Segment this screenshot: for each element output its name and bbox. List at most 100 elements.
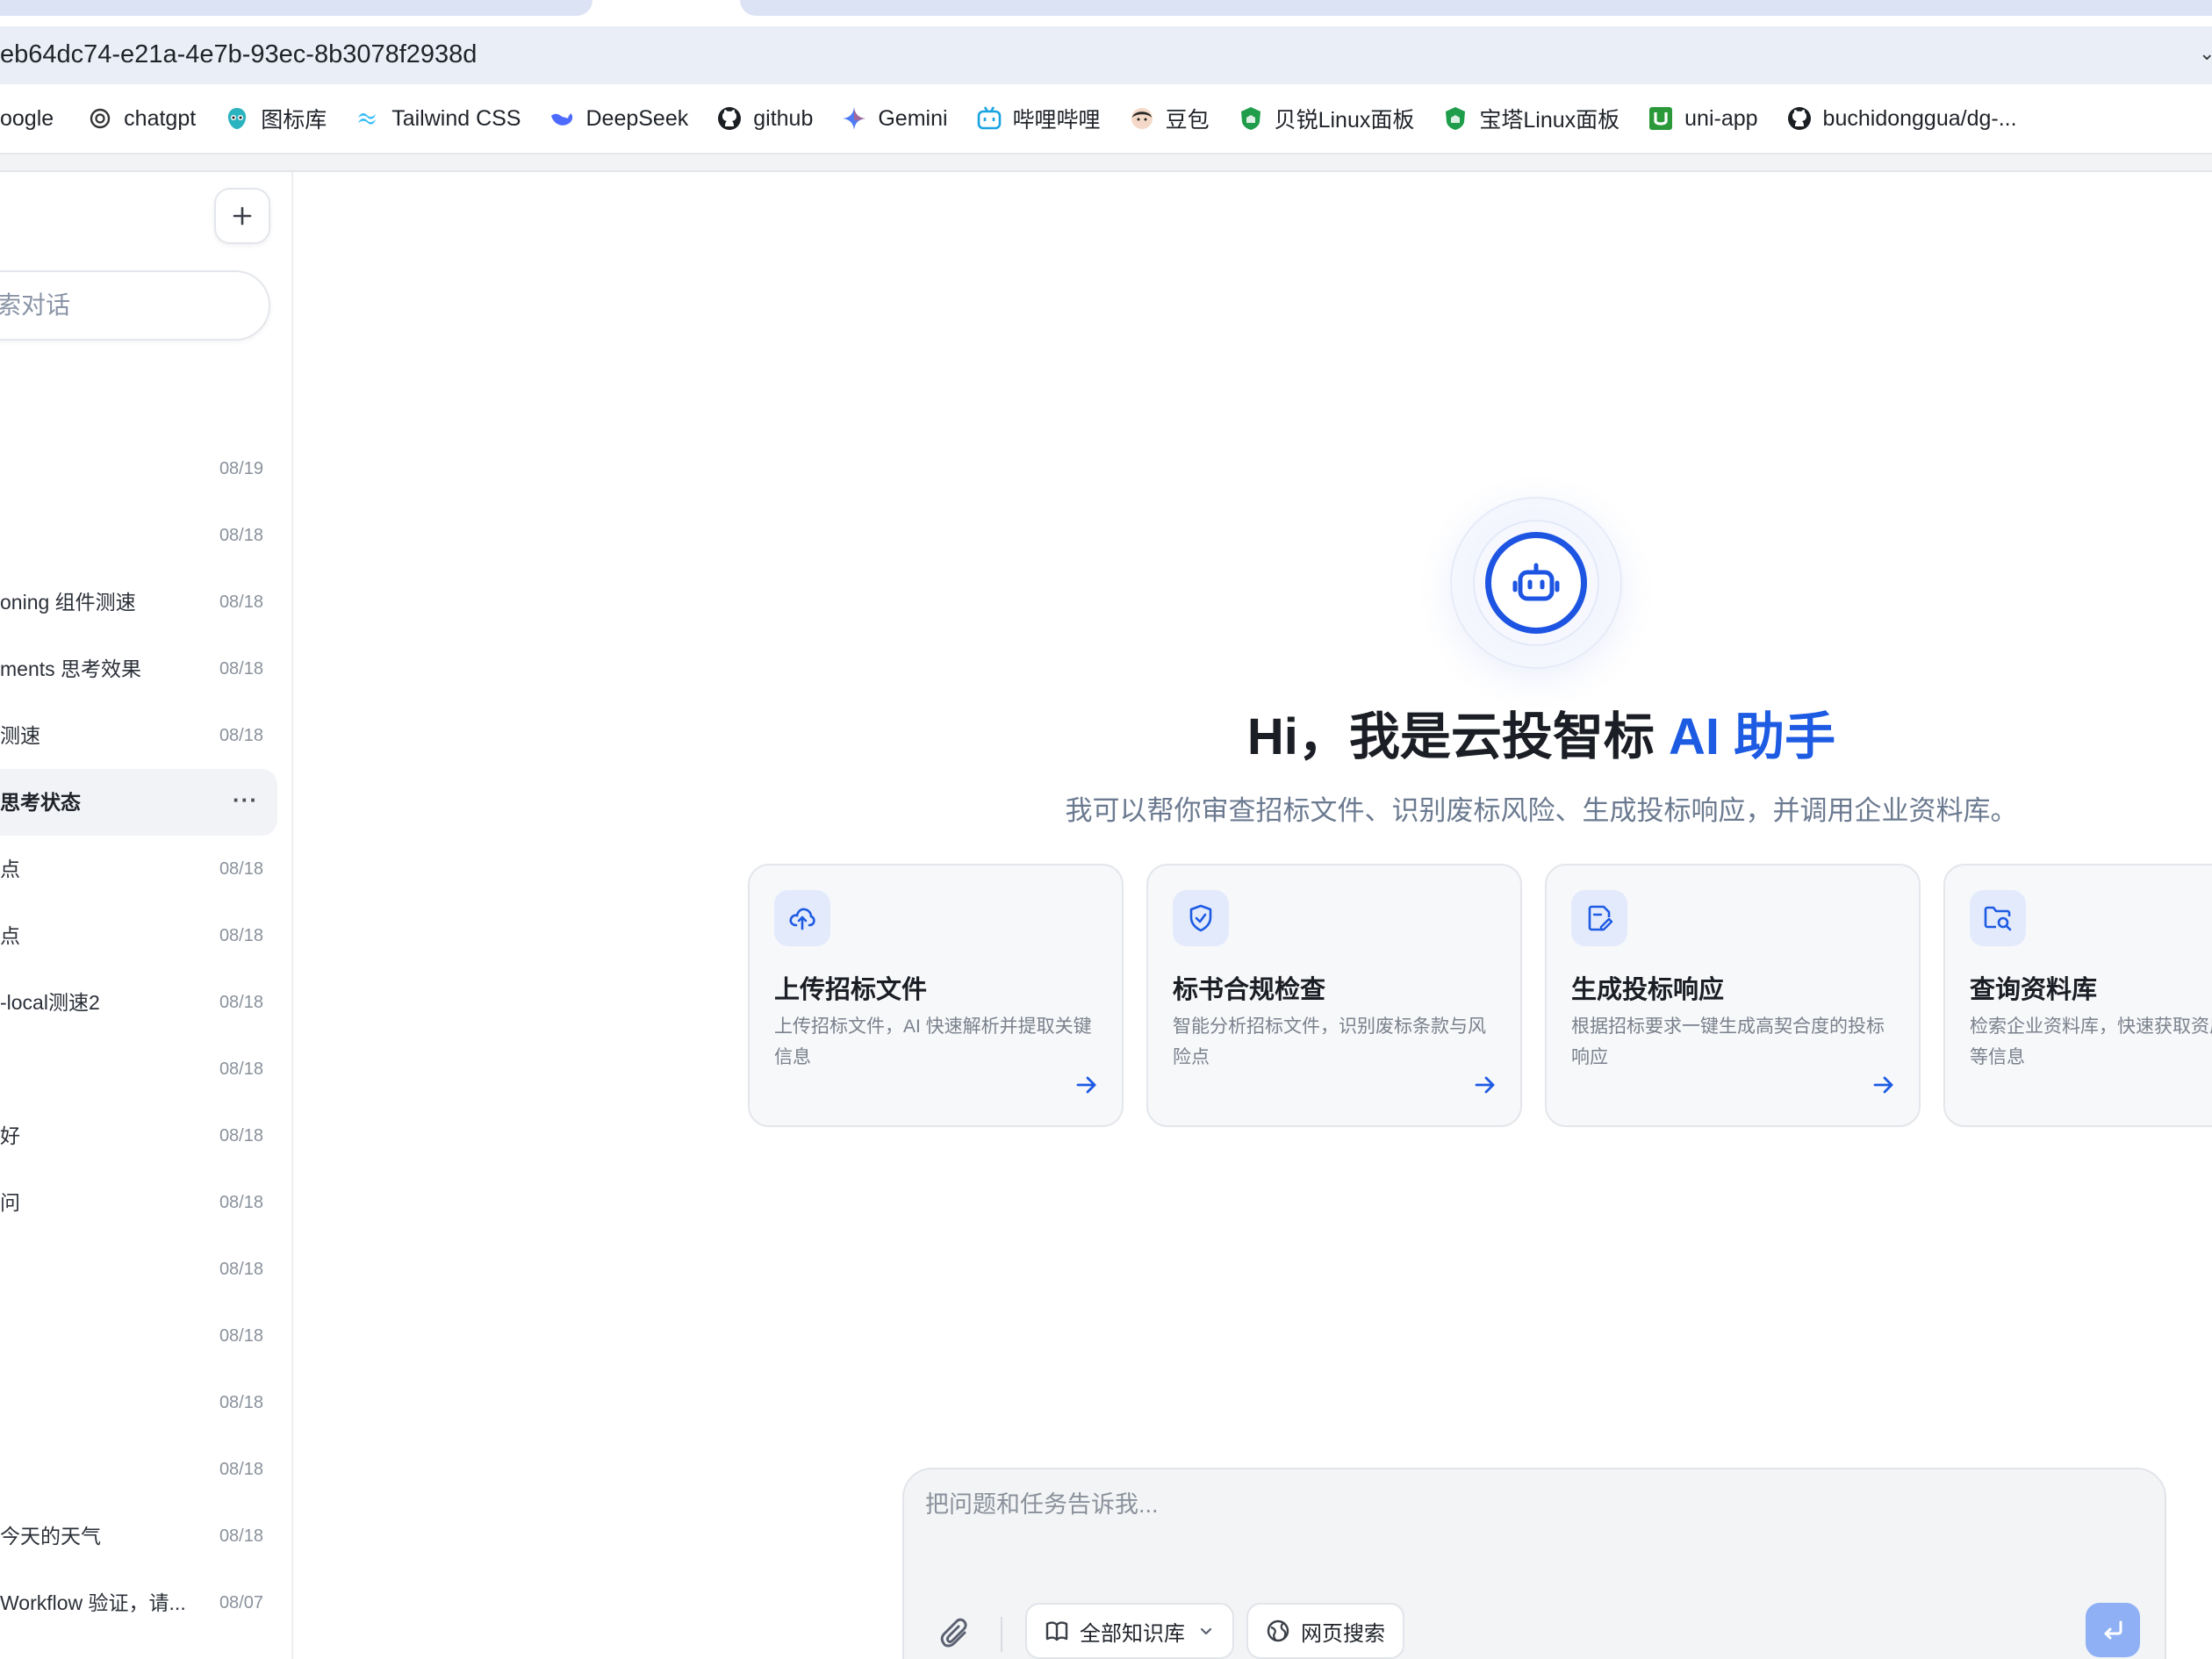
conversation-title: 点 xyxy=(0,858,20,880)
more-options-icon[interactable]: ··· xyxy=(233,769,258,836)
arrow-right-icon xyxy=(1475,1076,1495,1094)
chevron-down-icon xyxy=(1197,1622,1215,1640)
card-title: 标书合规检查 xyxy=(1173,976,1326,1004)
conversation-title: oning 组件测速 xyxy=(0,591,136,614)
paperclip-icon[interactable] xyxy=(937,1615,976,1654)
bookmark-baota-linux[interactable]: 宝塔Linux面板 xyxy=(1442,83,1620,154)
conversation-item[interactable]: -local测速2 08/18 xyxy=(0,969,277,1036)
browser-tab-strip xyxy=(0,0,2212,26)
url-text[interactable]: eb64dc74-e21a-4e7b-93ec-8b3078f2938d xyxy=(0,40,477,69)
card-generate-response[interactable]: 生成投标响应 根据招标要求一键生成高契合度的投标响应 xyxy=(1545,864,1921,1127)
doubao-icon xyxy=(1129,105,1155,132)
cloud-upload-icon xyxy=(774,890,830,946)
bookmark-deepseek[interactable]: DeepSeek xyxy=(549,83,688,154)
conversation-list: 08/19 08/18 oning 组件测速 08/18 ments 思考效果 08/18… xyxy=(0,435,291,1636)
card-compliance-check[interactable]: 标书合规检查 智能分析招标文件，识别废标条款与风险点 xyxy=(1146,864,1522,1127)
conversation-title xyxy=(0,1369,193,1436)
card-title: 生成投标响应 xyxy=(1571,976,1725,1004)
conversation-date: 08/18 xyxy=(219,1326,263,1346)
chevron-down-icon[interactable]: ⌄ xyxy=(2199,42,2212,65)
conversation-title xyxy=(0,1236,193,1303)
conversation-item[interactable]: 今天的天气 08/18 xyxy=(0,1503,277,1569)
conversation-item[interactable]: 问 08/18 xyxy=(0,1169,277,1236)
knowledge-base-label: 全部知识库 xyxy=(1080,1621,1185,1646)
conversation-item[interactable]: oning 组件测速 08/18 xyxy=(0,569,277,636)
conversation-date: 08/18 xyxy=(219,1126,263,1146)
bookmark-label: github xyxy=(753,105,814,131)
bookmark-beirui-linux[interactable]: 贝锐Linux面板 xyxy=(1238,83,1414,154)
conversation-title: -local测速2 xyxy=(0,991,100,1014)
main-panel: Hi，我是云投智标 AI 助手 我可以帮你审查招标文件、识别废标风险、生成投标响… xyxy=(295,172,2212,1659)
conversation-date: 08/18 xyxy=(219,1393,263,1412)
conversation-date: 08/18 xyxy=(219,926,263,945)
welcome-title-accent: AI 助手 xyxy=(1669,708,1836,765)
conversation-title: 问 xyxy=(0,1191,20,1214)
conversation-item[interactable]: 08/18 xyxy=(0,1036,277,1102)
conversation-search xyxy=(0,270,270,341)
conversation-date: 08/18 xyxy=(219,1059,263,1079)
bookmark-label: buchidonggua/dg-... xyxy=(1822,105,2017,131)
conversation-item[interactable]: 08/18 xyxy=(0,1303,277,1369)
arrow-right-icon xyxy=(1076,1076,1096,1094)
bookmark-doubao[interactable]: 豆包 xyxy=(1129,83,1210,154)
conversation-item[interactable]: 点 08/18 xyxy=(0,836,277,902)
bookmark-github[interactable]: github xyxy=(716,83,813,154)
browser-tab[interactable] xyxy=(740,0,2212,16)
conversation-date: 08/07 xyxy=(219,1593,263,1612)
robot-icon xyxy=(1485,532,1587,634)
conversation-item[interactable]: 08/18 xyxy=(0,1436,277,1503)
conversation-item[interactable]: Workflow 验证，请... 08/07 xyxy=(0,1569,277,1636)
conversation-title: 测速 xyxy=(0,724,40,747)
file-edit-icon xyxy=(1571,890,1627,946)
conversation-item[interactable]: 08/18 xyxy=(0,502,277,569)
enter-arrow-icon xyxy=(2104,1620,2122,1640)
conversation-item[interactable]: 好 08/18 xyxy=(0,1102,277,1169)
shield-green-icon xyxy=(1442,105,1469,132)
card-description: 智能分析招标文件，识别废标条款与风险点 xyxy=(1173,1016,1486,1067)
bookmark-bilibili[interactable]: 哔哩哔哩 xyxy=(976,83,1101,154)
new-conversation-button[interactable] xyxy=(214,188,270,244)
bilibili-icon xyxy=(976,105,1002,132)
web-search-toggle[interactable]: 网页搜索 xyxy=(1246,1603,1404,1659)
bookmark-uniapp[interactable]: uni-app xyxy=(1648,83,1758,154)
card-upload-tender[interactable]: 上传招标文件 上传招标文件，AI 快速解析并提取关键信息 xyxy=(748,864,1124,1127)
conversation-item[interactable]: 点 08/18 xyxy=(0,902,277,969)
card-query-library[interactable]: 查询资料库 检索企业资料库，快速获取资质、案例等信息 xyxy=(1943,864,2212,1127)
book-icon xyxy=(1045,1619,1069,1643)
arrow-right-icon xyxy=(1873,1076,1893,1094)
conversation-search-input[interactable] xyxy=(0,272,242,339)
message-input[interactable] xyxy=(925,1485,2137,1591)
card-title: 上传招标文件 xyxy=(774,976,928,1004)
gemini-icon xyxy=(841,105,867,132)
conversation-item[interactable]: 08/18 xyxy=(0,1236,277,1303)
conversation-date: 08/19 xyxy=(219,459,263,478)
knowledge-base-select[interactable]: 全部知识库 xyxy=(1025,1603,1234,1659)
bookmark-tailwind[interactable]: Tailwind CSS xyxy=(355,83,521,154)
shield-check-icon xyxy=(1173,890,1229,946)
browser-subbar xyxy=(0,154,2212,172)
send-button[interactable] xyxy=(2086,1603,2140,1657)
conversation-item[interactable]: 08/19 xyxy=(0,435,277,502)
conversation-item[interactable]: 思考状态 ··· xyxy=(0,769,277,836)
bookmark-google[interactable]: oogle xyxy=(0,83,54,154)
bookmark-gemini[interactable]: Gemini xyxy=(841,83,948,154)
bookmark-github-repo[interactable]: buchidonggua/dg-... xyxy=(1786,83,2017,154)
browser-tab[interactable] xyxy=(0,0,592,16)
chatgpt-icon xyxy=(87,105,113,132)
conversation-sidebar: 08/19 08/18 oning 组件测速 08/18 ments 思考效果 08/18… xyxy=(0,172,293,1659)
conversation-title: ments 思考效果 xyxy=(0,657,142,680)
shield-green-icon xyxy=(1238,105,1264,132)
conversation-date: 08/18 xyxy=(219,659,263,679)
card-description: 根据招标要求一键生成高契合度的投标响应 xyxy=(1571,1016,1885,1067)
conversation-date: 08/18 xyxy=(219,1260,263,1279)
conversation-date: 08/18 xyxy=(219,1460,263,1479)
conversation-item[interactable]: 08/18 xyxy=(0,1369,277,1436)
conversation-date: 08/18 xyxy=(219,1193,263,1212)
conversation-item[interactable]: ments 思考效果 08/18 xyxy=(0,636,277,702)
conversation-title xyxy=(0,1303,193,1369)
bookmark-iconfont[interactable]: 图标库 xyxy=(224,83,327,154)
uniapp-icon xyxy=(1648,105,1674,132)
conversation-item[interactable]: 测速 08/18 xyxy=(0,702,277,769)
address-bar[interactable]: eb64dc74-e21a-4e7b-93ec-8b3078f2938d ⌄ xyxy=(0,26,2212,84)
bookmark-chatgpt[interactable]: chatgpt xyxy=(87,83,196,154)
